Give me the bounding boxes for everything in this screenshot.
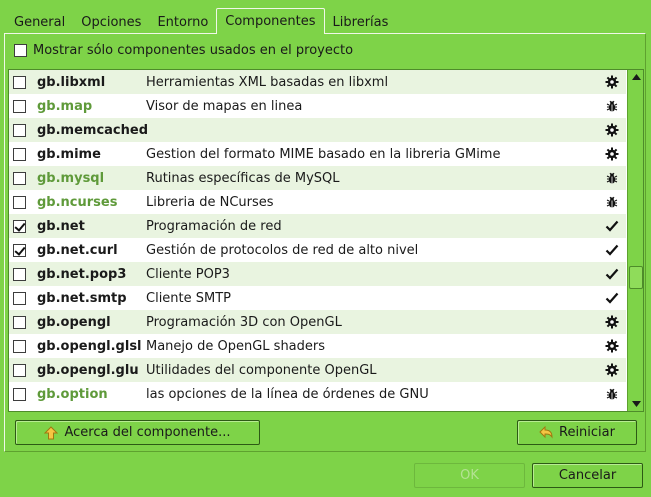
component-checkbox[interactable] <box>13 75 26 89</box>
undo-icon <box>539 425 553 439</box>
component-name: gb.mime <box>37 146 101 162</box>
tab-entorno[interactable]: Entorno <box>149 12 216 34</box>
component-checkbox[interactable] <box>13 99 26 113</box>
component-checkbox[interactable] <box>13 315 26 329</box>
component-name: gb.net.curl <box>37 242 118 258</box>
component-description: Manejo de OpenGL shaders <box>146 338 326 354</box>
component-name: gb.net.smtp <box>37 290 127 306</box>
scroll-down-arrow[interactable] <box>628 397 643 411</box>
component-checkbox[interactable] <box>13 219 26 233</box>
checkbox[interactable] <box>14 44 27 57</box>
bug-icon <box>605 387 619 401</box>
component-description: Visor de mapas en linea <box>146 98 303 114</box>
component-checkbox[interactable] <box>13 195 26 209</box>
component-checkbox[interactable] <box>13 243 26 257</box>
tab-librerias[interactable]: Librerías <box>325 12 397 34</box>
component-description: Libreria de NCurses <box>146 194 274 210</box>
component-name: gb.ncurses <box>37 194 118 210</box>
about-component-label: Acerca del componente... <box>64 425 231 440</box>
tab-general[interactable]: General <box>6 12 73 34</box>
list-item[interactable]: gb.opengl Programación 3D con OpenGL <box>9 310 626 334</box>
scroll-thumb[interactable] <box>629 266 643 289</box>
component-description: Programación 3D con OpenGL <box>146 314 342 330</box>
list-item[interactable]: gb.ncurses Libreria de NCurses <box>9 190 626 214</box>
component-name: gb.net.pop3 <box>37 266 127 282</box>
component-name: gb.opengl.glsl <box>37 338 142 354</box>
bug-icon <box>605 195 619 209</box>
show-used-only-checkbox[interactable]: Mostrar sólo componentes usados en el pr… <box>14 43 353 58</box>
component-name: gb.libxml <box>37 74 106 90</box>
list-item[interactable]: gb.net Programación de red <box>9 214 626 238</box>
show-used-only-label: Mostrar sólo componentes usados en el pr… <box>33 43 354 58</box>
gear-icon <box>605 123 619 137</box>
component-description: Cliente POP3 <box>146 266 230 282</box>
scroll-up-arrow[interactable] <box>628 70 643 84</box>
component-name: gb.opengl <box>37 314 111 330</box>
list-item[interactable]: gb.memcached <box>9 118 626 142</box>
ok-label: OK <box>460 468 479 483</box>
tab-bar: General Opciones Entorno Componentes Lib… <box>6 8 396 34</box>
tab-opciones[interactable]: Opciones <box>73 12 149 34</box>
component-checkbox[interactable] <box>13 123 26 137</box>
component-checkbox[interactable] <box>13 267 26 281</box>
bug-icon <box>605 171 619 185</box>
components-rows: gb.libxml Herramientas XML basadas en lib… <box>9 70 626 406</box>
vertical-scrollbar[interactable] <box>627 70 643 411</box>
gear-icon <box>605 147 619 161</box>
list-item[interactable]: gb.option las opciones de la línea de órd… <box>9 382 626 406</box>
list-item[interactable]: gb.mysql Rutinas específicas de MySQL <box>9 166 626 190</box>
check-icon <box>605 291 619 305</box>
component-name: gb.option <box>37 386 108 402</box>
components-list[interactable]: gb.libxml Herramientas XML basadas en lib… <box>8 69 644 412</box>
list-item[interactable]: gb.net.pop3 Cliente POP3 <box>9 262 626 286</box>
component-checkbox[interactable] <box>13 147 26 161</box>
component-description: Programación de red <box>146 218 282 234</box>
check-icon <box>605 219 619 233</box>
list-item[interactable]: gb.opengl.glu Utilidades del componente O… <box>9 358 626 382</box>
component-checkbox[interactable] <box>13 363 26 377</box>
component-checkbox[interactable] <box>13 171 26 185</box>
gear-icon <box>605 339 619 353</box>
component-description: Gestión de protocolos de red de alto niv… <box>146 242 419 258</box>
component-description: Rutinas específicas de MySQL <box>146 170 340 186</box>
cancel-button[interactable]: Cancelar <box>532 463 643 488</box>
arrow-down-icon <box>631 401 641 407</box>
component-name: gb.opengl.glu <box>37 362 139 378</box>
component-description: las opciones de la línea de órdenes de G… <box>146 386 429 402</box>
component-description: Utilidades del componente OpenGL <box>146 362 377 378</box>
component-checkbox[interactable] <box>13 387 26 401</box>
component-name: gb.map <box>37 98 93 114</box>
cancel-label: Cancelar <box>558 468 617 483</box>
list-item[interactable]: gb.map Visor de mapas en linea <box>9 94 626 118</box>
component-name: gb.memcached <box>37 122 149 138</box>
arrow-up-icon <box>631 74 641 80</box>
about-component-button[interactable]: Acerca del componente... <box>15 420 260 445</box>
component-checkbox[interactable] <box>13 339 26 353</box>
bug-icon <box>605 99 619 113</box>
list-item[interactable]: gb.opengl.glsl Manejo de OpenGL shaders <box>9 334 626 358</box>
check-icon <box>605 243 619 257</box>
check-icon <box>605 267 619 281</box>
component-description: Herramientas XML basadas en libxml <box>146 74 389 90</box>
gear-icon <box>605 75 619 89</box>
reset-button[interactable]: Reiniciar <box>517 420 637 445</box>
list-item[interactable]: gb.net.curl Gestión de protocolos de red … <box>9 238 626 262</box>
component-name: gb.net <box>37 218 85 234</box>
component-description: Cliente SMTP <box>146 290 232 306</box>
reset-label: Reiniciar <box>559 425 615 440</box>
component-name: gb.mysql <box>37 170 105 186</box>
tab-componentes[interactable]: Componentes <box>216 8 325 34</box>
component-description: Gestion del formato MIME basado en la li… <box>146 146 501 162</box>
ok-button[interactable]: OK <box>414 463 525 488</box>
list-item[interactable]: gb.net.smtp Cliente SMTP <box>9 286 626 310</box>
list-item[interactable]: gb.mime Gestion del formato MIME basado e… <box>9 142 626 166</box>
gear-icon <box>605 315 619 329</box>
gear-icon <box>605 363 619 377</box>
component-checkbox[interactable] <box>13 291 26 305</box>
arrow-up-icon <box>44 425 59 439</box>
list-item[interactable]: gb.libxml Herramientas XML basadas en lib… <box>9 70 626 94</box>
